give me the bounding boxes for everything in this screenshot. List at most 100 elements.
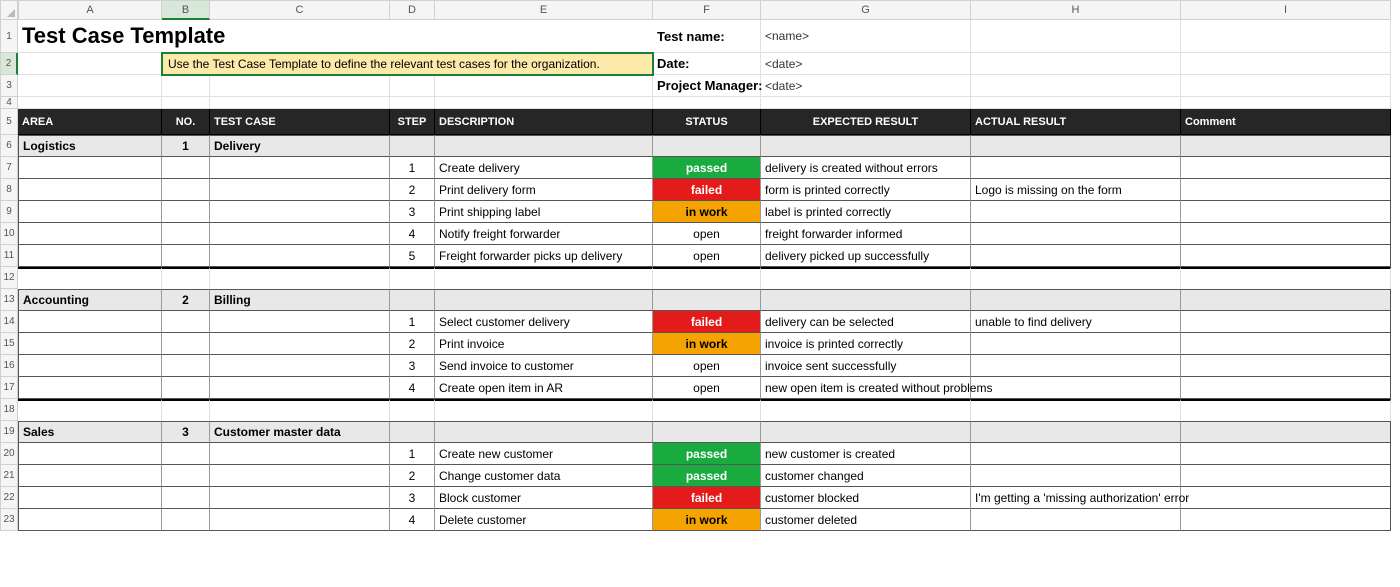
step-testcase[interactable] bbox=[210, 487, 390, 509]
group-empty[interactable] bbox=[653, 421, 761, 443]
step-actual[interactable]: Logo is missing on the form bbox=[971, 179, 1181, 201]
step-status[interactable]: passed bbox=[653, 443, 761, 465]
step-comment[interactable] bbox=[1181, 465, 1391, 487]
step-area[interactable] bbox=[18, 201, 162, 223]
step-expected[interactable]: delivery is created without errors bbox=[761, 157, 971, 179]
cell-r4-8[interactable] bbox=[1181, 97, 1391, 109]
cell-A2[interactable] bbox=[18, 53, 162, 75]
step-number[interactable]: 4 bbox=[390, 377, 435, 399]
step-number[interactable]: 2 bbox=[390, 465, 435, 487]
cell-r4-4[interactable] bbox=[435, 97, 653, 109]
cell-H2[interactable] bbox=[971, 53, 1181, 75]
row-header-5[interactable]: 5 bbox=[0, 109, 18, 135]
column-header-A[interactable]: A bbox=[18, 0, 162, 20]
step-status[interactable]: in work bbox=[653, 201, 761, 223]
step-description[interactable]: Print invoice bbox=[435, 333, 653, 355]
step-status[interactable]: failed bbox=[653, 311, 761, 333]
group-testcase[interactable]: Billing bbox=[210, 289, 390, 311]
cell-r3-1[interactable] bbox=[162, 75, 210, 97]
row-header-8[interactable]: 8 bbox=[0, 179, 18, 201]
group-empty[interactable] bbox=[761, 135, 971, 157]
cell-H3[interactable] bbox=[971, 75, 1181, 97]
step-actual[interactable] bbox=[971, 245, 1181, 267]
column-header-D[interactable]: D bbox=[390, 0, 435, 20]
step-expected[interactable]: form is printed correctly bbox=[761, 179, 971, 201]
step-testcase[interactable] bbox=[210, 509, 390, 531]
meta-pm-value[interactable]: <date> bbox=[761, 75, 971, 97]
row-header-16[interactable]: 16 bbox=[0, 355, 18, 377]
step-testcase[interactable] bbox=[210, 223, 390, 245]
step-no[interactable] bbox=[162, 157, 210, 179]
step-number[interactable]: 2 bbox=[390, 179, 435, 201]
group-empty[interactable] bbox=[653, 135, 761, 157]
step-area[interactable] bbox=[18, 377, 162, 399]
step-number[interactable]: 1 bbox=[390, 443, 435, 465]
step-description[interactable]: Send invoice to customer bbox=[435, 355, 653, 377]
cell-r4-3[interactable] bbox=[390, 97, 435, 109]
group-testcase[interactable]: Customer master data bbox=[210, 421, 390, 443]
step-status[interactable]: open bbox=[653, 377, 761, 399]
step-expected[interactable]: customer blocked bbox=[761, 487, 971, 509]
step-expected[interactable]: freight forwarder informed bbox=[761, 223, 971, 245]
step-no[interactable] bbox=[162, 245, 210, 267]
step-area[interactable] bbox=[18, 443, 162, 465]
step-area[interactable] bbox=[18, 311, 162, 333]
cell-r4-0[interactable] bbox=[18, 97, 162, 109]
step-actual[interactable] bbox=[971, 355, 1181, 377]
step-number[interactable]: 4 bbox=[390, 509, 435, 531]
group-testcase[interactable]: Delivery bbox=[210, 135, 390, 157]
step-area[interactable] bbox=[18, 223, 162, 245]
cell-r4-5[interactable] bbox=[653, 97, 761, 109]
group-empty[interactable] bbox=[435, 289, 653, 311]
group-empty[interactable] bbox=[761, 289, 971, 311]
step-status[interactable]: open bbox=[653, 355, 761, 377]
step-no[interactable] bbox=[162, 443, 210, 465]
step-description[interactable]: Create new customer bbox=[435, 443, 653, 465]
group-no[interactable]: 2 bbox=[162, 289, 210, 311]
step-status[interactable]: in work bbox=[653, 333, 761, 355]
group-area[interactable]: Logistics bbox=[18, 135, 162, 157]
cell-r4-2[interactable] bbox=[210, 97, 390, 109]
step-expected[interactable]: new customer is created bbox=[761, 443, 971, 465]
cell-r4-7[interactable] bbox=[971, 97, 1181, 109]
group-no[interactable]: 3 bbox=[162, 421, 210, 443]
step-description[interactable]: Delete customer bbox=[435, 509, 653, 531]
step-area[interactable] bbox=[18, 355, 162, 377]
step-no[interactable] bbox=[162, 201, 210, 223]
step-number[interactable]: 1 bbox=[390, 311, 435, 333]
step-status[interactable]: in work bbox=[653, 509, 761, 531]
step-no[interactable] bbox=[162, 377, 210, 399]
step-comment[interactable] bbox=[1181, 201, 1391, 223]
step-expected[interactable]: invoice sent successfully bbox=[761, 355, 971, 377]
group-empty[interactable] bbox=[653, 289, 761, 311]
group-empty[interactable] bbox=[761, 421, 971, 443]
step-number[interactable]: 3 bbox=[390, 487, 435, 509]
group-no[interactable]: 1 bbox=[162, 135, 210, 157]
row-header-10[interactable]: 10 bbox=[0, 223, 18, 245]
step-description[interactable]: Create delivery bbox=[435, 157, 653, 179]
step-area[interactable] bbox=[18, 333, 162, 355]
row-header-6[interactable]: 6 bbox=[0, 135, 18, 157]
step-comment[interactable] bbox=[1181, 245, 1391, 267]
step-testcase[interactable] bbox=[210, 201, 390, 223]
step-description[interactable]: Change customer data bbox=[435, 465, 653, 487]
row-header-7[interactable]: 7 bbox=[0, 157, 18, 179]
step-area[interactable] bbox=[18, 179, 162, 201]
row-header-12[interactable]: 12 bbox=[0, 267, 18, 289]
group-empty[interactable] bbox=[390, 135, 435, 157]
step-status[interactable]: passed bbox=[653, 157, 761, 179]
gap-cell[interactable] bbox=[971, 267, 1181, 289]
step-testcase[interactable] bbox=[210, 157, 390, 179]
step-number[interactable]: 2 bbox=[390, 333, 435, 355]
step-number[interactable]: 3 bbox=[390, 355, 435, 377]
row-header-15[interactable]: 15 bbox=[0, 333, 18, 355]
step-actual[interactable] bbox=[971, 443, 1181, 465]
group-empty[interactable] bbox=[390, 289, 435, 311]
step-expected[interactable]: label is printed correctly bbox=[761, 201, 971, 223]
row-header-2[interactable]: 2 bbox=[0, 53, 18, 75]
gap-cell[interactable] bbox=[435, 267, 653, 289]
meta-testname-value[interactable]: <name> bbox=[761, 20, 971, 53]
step-actual[interactable] bbox=[971, 157, 1181, 179]
step-no[interactable] bbox=[162, 179, 210, 201]
gap-cell[interactable] bbox=[435, 399, 653, 421]
